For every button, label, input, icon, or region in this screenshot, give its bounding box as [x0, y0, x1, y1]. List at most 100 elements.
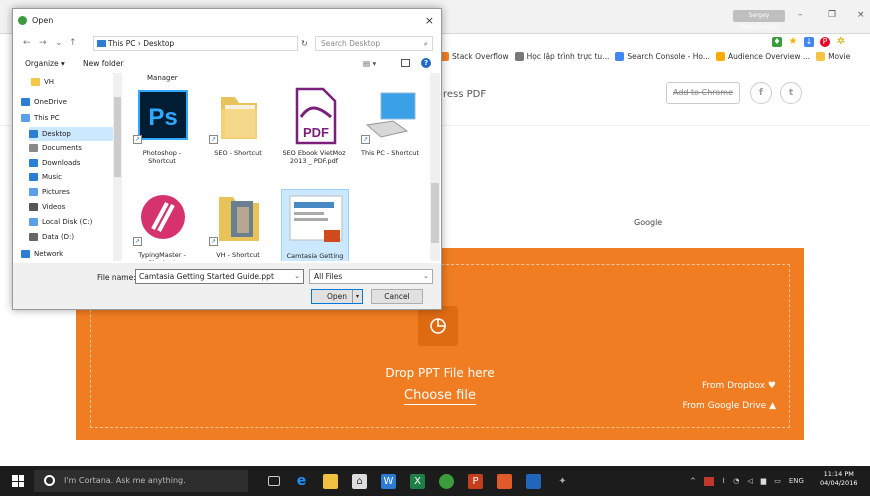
chevron-down-icon[interactable]: ⌄ — [294, 270, 300, 283]
bookmark-hoc-lap-trinh[interactable]: Học lập trình trực tu... — [514, 51, 609, 61]
sidebar-item-network[interactable]: Network — [21, 247, 113, 261]
extension-icon[interactable]: ♦ — [772, 37, 782, 47]
chevron-down-icon[interactable]: ⌄ — [55, 38, 63, 48]
nav-item-icon — [29, 218, 38, 226]
clock[interactable]: 11:14 PM 04/04/2016 — [820, 470, 857, 488]
sidebar-item-data-d[interactable]: Data (D:) — [29, 230, 113, 244]
breadcrumb: This PC › Desktop — [108, 39, 175, 48]
tray-app-icon[interactable] — [703, 476, 714, 486]
language-indicator[interactable]: ENG — [789, 477, 804, 485]
file-item-seo-ebook-pdf[interactable]: PDF SEO Ebook VietMoz 2013 _ PDF.pdf — [281, 87, 349, 177]
maximize-icon[interactable]: ❐ — [828, 10, 836, 20]
wifi-icon[interactable]: ◔ — [733, 477, 739, 485]
store-icon[interactable]: ⌂ — [352, 473, 367, 489]
app-icon[interactable]: ✦ — [555, 474, 570, 489]
help-icon[interactable]: ? — [421, 58, 431, 68]
windows-start-icon[interactable] — [12, 475, 24, 487]
profile-badge[interactable]: Sergey Shevchenko — [733, 10, 785, 31]
file-item-photoshop[interactable]: Ps ↗ Photoshop - Shortcut — [129, 87, 197, 177]
sidebar-item-desktop[interactable]: Desktop — [29, 127, 113, 141]
message-icon[interactable]: ▆ — [761, 477, 766, 485]
file-list-scroll-thumb[interactable] — [431, 183, 439, 243]
chevron-down-icon[interactable]: ⌄ — [423, 270, 429, 283]
address-bar[interactable]: This PC › Desktop — [93, 36, 298, 51]
sidebar-item-label: Data (D:) — [42, 233, 75, 241]
file-name-input[interactable]: Camtasia Getting Started Guide.ppt ⌄ — [135, 269, 304, 284]
chrome-taskbar-icon[interactable] — [439, 473, 454, 489]
sidebar-item-label: Pictures — [42, 188, 70, 196]
up-icon[interactable]: ↑ — [69, 38, 77, 48]
pinterest-icon[interactable]: P — [820, 37, 830, 47]
open-dropdown-icon[interactable]: ▾ — [352, 290, 362, 303]
sidebar-item-this-pc[interactable]: This PC — [21, 111, 113, 125]
cortana-icon — [44, 475, 55, 486]
from-google-drive-link[interactable]: From Google Drive ▲ — [682, 401, 776, 411]
organize-menu[interactable]: Organize ▾ — [25, 59, 65, 68]
gear-icon[interactable]: ✲ — [836, 37, 846, 47]
sidebar-item-pictures[interactable]: Pictures — [29, 185, 113, 199]
shortcut-arrow-icon: ↗ — [209, 237, 218, 246]
search-input[interactable]: Search Desktop ⌕ — [315, 36, 433, 51]
file-type-select[interactable]: All Files ⌄ — [309, 269, 433, 284]
open-button[interactable]: Open ▾ — [311, 289, 363, 304]
sidebar-item-local-disk-c[interactable]: Local Disk (C:) — [29, 215, 113, 229]
sidebar-item-downloads[interactable]: Downloads — [29, 156, 113, 170]
facebook-icon[interactable]: f — [750, 82, 772, 104]
file-item-camtasia-ppt[interactable]: Camtasia Getting Started Guide.ppt — [281, 189, 349, 261]
bookmark-audience-overview[interactable]: Audience Overview ... — [716, 51, 810, 61]
excel-icon[interactable]: X — [410, 473, 425, 489]
refresh-icon[interactable]: ↻ — [301, 36, 311, 51]
file-list-scrollbar[interactable] — [430, 73, 440, 261]
nav-scroll-thumb[interactable] — [114, 97, 121, 177]
bookmark-movie[interactable]: Movie — [816, 51, 850, 61]
sidebar-item-vh[interactable]: VH — [31, 75, 113, 89]
nav-scrollbar[interactable] — [113, 73, 122, 261]
shortcut-arrow-icon: ↗ — [133, 135, 142, 144]
cortana-search-box[interactable]: I'm Cortana. Ask me anything. — [34, 470, 248, 492]
sidebar-item-onedrive[interactable]: OneDrive — [21, 95, 113, 109]
star-icon[interactable]: ★ — [788, 37, 798, 47]
chevron-up-icon[interactable]: ^ — [690, 477, 696, 485]
file-explorer-icon[interactable] — [323, 473, 338, 489]
edge-icon[interactable]: e — [294, 473, 309, 489]
from-dropbox-link[interactable]: From Dropbox ♥ — [702, 381, 776, 391]
twitter-icon[interactable]: t — [780, 82, 802, 104]
sidebar-item-label: This PC — [34, 114, 60, 122]
extension-icons: ♦ ★ ↓ P ✲ — [772, 36, 846, 48]
minimize-icon[interactable]: – — [798, 10, 803, 20]
sidebar-item-music[interactable]: Music — [29, 170, 113, 184]
network-icon[interactable]: ⌇ — [722, 477, 725, 485]
app-icon[interactable] — [497, 473, 512, 489]
word-icon[interactable]: W — [381, 473, 396, 489]
keyboard-icon[interactable]: ▭ — [774, 477, 781, 485]
preview-pane-icon[interactable] — [401, 59, 410, 67]
back-icon[interactable]: ← — [23, 38, 31, 48]
bookmarks-bar: Stack Overflow Học lập trình trực tu... … — [440, 48, 850, 64]
choose-file-label[interactable]: Choose file — [404, 388, 476, 405]
file-item-seo-shortcut[interactable]: ↗ SEO - Shortcut — [205, 87, 273, 177]
file-item-this-pc[interactable]: ↗ This PC - Shortcut — [357, 87, 425, 177]
app-icon[interactable] — [526, 473, 541, 489]
close-window-icon[interactable]: × — [857, 10, 865, 20]
dialog-title: Open — [32, 16, 54, 25]
sidebar-item-videos[interactable]: Videos — [29, 200, 113, 214]
search-console-icon — [615, 51, 625, 61]
bookmark-stack-overflow[interactable]: Stack Overflow — [440, 51, 509, 61]
file-item-typingmaster[interactable]: ↗ TypingMaster - Shortcut — [129, 189, 197, 261]
forward-icon[interactable]: → — [39, 38, 47, 48]
cortana-placeholder: I'm Cortana. Ask me anything. — [64, 476, 186, 485]
file-item-vh-shortcut[interactable]: ↗ VH - Shortcut — [205, 189, 273, 261]
clock-time: 11:14 PM — [823, 470, 854, 478]
task-view-icon[interactable] — [268, 476, 280, 486]
sidebar-item-documents[interactable]: Documents — [29, 141, 113, 155]
view-options-icon[interactable]: ▤ ▾ — [363, 59, 376, 68]
download-icon[interactable]: ↓ — [804, 37, 814, 47]
cancel-button[interactable]: Cancel — [371, 289, 423, 304]
bookmark-search-console[interactable]: Search Console - Ho... — [615, 51, 710, 61]
powerpoint-icon[interactable]: P — [468, 473, 483, 489]
volume-icon[interactable]: ◁ — [747, 477, 752, 485]
close-icon[interactable]: × — [425, 14, 434, 27]
new-folder-button[interactable]: New folder — [83, 59, 124, 68]
svg-text:Ps: Ps — [148, 104, 177, 131]
add-to-chrome-button[interactable]: Add to Chrome — [666, 82, 740, 104]
